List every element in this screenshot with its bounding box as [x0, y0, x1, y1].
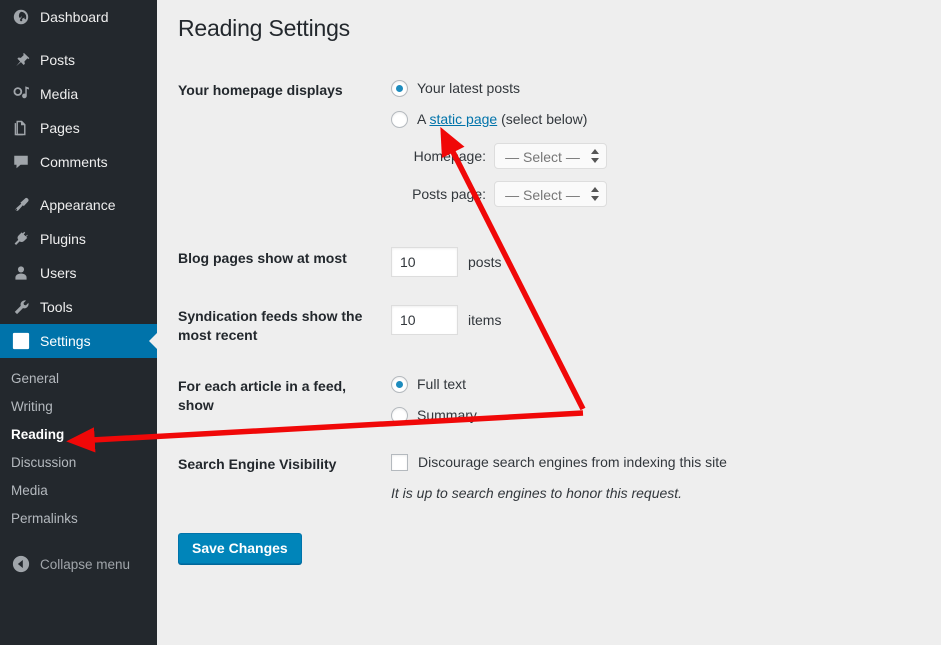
sidebar-item-discussion[interactable]: Discussion [0, 449, 157, 477]
discourage-search-engines-label: Discourage search engines from indexing … [418, 454, 727, 470]
radio-static-page-input[interactable] [391, 111, 408, 128]
radio-option-latest-posts[interactable]: Your latest posts [391, 79, 888, 98]
page-title: Reading Settings [178, 15, 350, 41]
sidebar-item-label: Users [40, 265, 77, 281]
radio-static-page-label: A static page (select below) [417, 110, 587, 129]
sidebar-item-general[interactable]: General [0, 365, 157, 393]
label-homepage-select: Homepage: [413, 147, 486, 164]
checkbox-discourage-row[interactable]: Discourage search engines from indexing … [391, 453, 888, 472]
sidebar-item-label: Posts [40, 52, 76, 68]
sidebar-item-label: Comments [40, 154, 108, 170]
sidebar-item-plugins[interactable]: Plugins [0, 222, 157, 256]
sidebar-item-label: Appearance [40, 197, 116, 213]
row-homepage-displays: Your homepage displays Your latest posts… [178, 65, 898, 233]
sidebar-item-tools[interactable]: Tools [0, 290, 157, 324]
radio-summary-input[interactable] [391, 407, 408, 424]
row-posts-page-select: Posts page: — Select — [391, 181, 888, 207]
radio-summary-label: Summary [417, 407, 477, 423]
collapse-left-icon [11, 554, 31, 574]
save-changes-button[interactable]: Save Changes [178, 533, 302, 564]
sidebar-item-settings[interactable]: Settings [0, 324, 157, 358]
row-blog-pages: Blog pages show at most posts [178, 233, 898, 291]
label-blog-pages: Blog pages show at most [178, 250, 347, 266]
reading-settings-form: Your homepage displays Your latest posts… [178, 65, 898, 517]
sidebar-divider [0, 34, 157, 43]
sidebar-item-appearance[interactable]: Appearance [0, 188, 157, 222]
sidebar-divider [0, 179, 157, 188]
sidebar-item-label: Settings [40, 333, 91, 349]
admin-sidebar: Dashboard Posts Media Pages Comments App… [0, 0, 157, 645]
sidebar-item-label: Pages [40, 120, 80, 136]
radio-latest-posts-input[interactable] [391, 80, 408, 97]
homepage-select[interactable]: — Select — [494, 143, 607, 169]
current-menu-pointer-icon [149, 333, 157, 349]
posts-page-select-wrap[interactable]: — Select — [494, 181, 607, 207]
static-prefix-text: A [417, 111, 430, 127]
sidebar-item-label: Dashboard [40, 9, 109, 25]
sidebar-item-label: Tools [40, 299, 73, 315]
screen: Dashboard Posts Media Pages Comments App… [0, 0, 941, 645]
sidebar-item-label: Media [40, 86, 79, 102]
media-icon [11, 84, 31, 104]
static-page-link[interactable]: static page [429, 111, 497, 127]
sidebar-item-writing[interactable]: Writing [0, 393, 157, 421]
submit-area: Save Changes [178, 533, 941, 564]
main-content: Reading Settings Your homepage displays … [157, 0, 941, 645]
comments-icon [11, 152, 31, 172]
discourage-search-engines-checkbox[interactable] [391, 454, 408, 471]
sidebar-item-label: Plugins [40, 231, 86, 247]
sidebar-item-reading[interactable]: Reading [0, 421, 157, 449]
label-search-engine-visibility: Search Engine Visibility [178, 456, 337, 472]
static-suffix-text: (select below) [497, 111, 588, 127]
static-page-selectors: Homepage: — Select — Posts page: — Selec… [391, 143, 888, 207]
plugin-icon [11, 229, 31, 249]
collapse-menu-label: Collapse menu [40, 556, 131, 572]
field-blog-pages: posts [391, 233, 898, 291]
field-search-engine-visibility: Discourage search engines from indexing … [391, 439, 898, 517]
sidebar-item-media-settings[interactable]: Media [0, 477, 157, 505]
row-syndication-feeds: Syndication feeds show the most recent i… [178, 291, 898, 361]
sidebar-item-pages[interactable]: Pages [0, 111, 157, 145]
radio-option-full-text[interactable]: Full text [391, 375, 888, 394]
radio-latest-posts-label: Your latest posts [417, 80, 520, 96]
radio-full-text-label: Full text [417, 376, 467, 392]
sidebar-item-users[interactable]: Users [0, 256, 157, 290]
sidebar-item-dashboard[interactable]: Dashboard [0, 0, 157, 34]
syndication-feeds-input[interactable] [391, 305, 458, 335]
sidebar-item-media[interactable]: Media [0, 77, 157, 111]
settings-sliders-icon [11, 331, 31, 351]
field-feed-article: Full text Summary [391, 361, 898, 439]
syndication-feeds-unit: items [468, 311, 502, 328]
sidebar-item-comments[interactable]: Comments [0, 145, 157, 179]
collapse-menu-button[interactable]: Collapse menu [0, 547, 157, 581]
field-syndication-feeds: items [391, 291, 898, 361]
row-homepage-select: Homepage: — Select — [391, 143, 888, 169]
blog-pages-input[interactable] [391, 247, 458, 277]
pages-icon [11, 118, 31, 138]
user-icon [11, 263, 31, 283]
label-posts-page-select: Posts page: [412, 185, 486, 202]
homepage-select-wrap[interactable]: — Select — [494, 143, 607, 169]
field-homepage-displays: Your latest posts A static page (select … [391, 65, 898, 233]
label-feed-article: For each article in a feed, show [178, 378, 347, 413]
label-homepage-displays: Your homepage displays [178, 82, 343, 98]
row-feed-article: For each article in a feed, show Full te… [178, 361, 898, 439]
row-search-engine-visibility: Search Engine Visibility Discourage sear… [178, 439, 898, 517]
brush-icon [11, 195, 31, 215]
radio-option-summary[interactable]: Summary [391, 406, 888, 425]
pin-icon [11, 50, 31, 70]
radio-option-static-page[interactable]: A static page (select below) [391, 110, 888, 129]
settings-submenu: General Writing Reading Discussion Media… [0, 358, 157, 533]
radio-full-text-input[interactable] [391, 376, 408, 393]
sidebar-item-permalinks[interactable]: Permalinks [0, 505, 157, 533]
label-syndication-feeds: Syndication feeds show the most recent [178, 308, 363, 343]
sidebar-item-posts[interactable]: Posts [0, 43, 157, 77]
dashboard-icon [11, 7, 31, 27]
search-visibility-note: It is up to search engines to honor this… [391, 485, 683, 501]
wrench-icon [11, 297, 31, 317]
posts-page-select[interactable]: — Select — [494, 181, 607, 207]
blog-pages-unit: posts [468, 253, 502, 270]
